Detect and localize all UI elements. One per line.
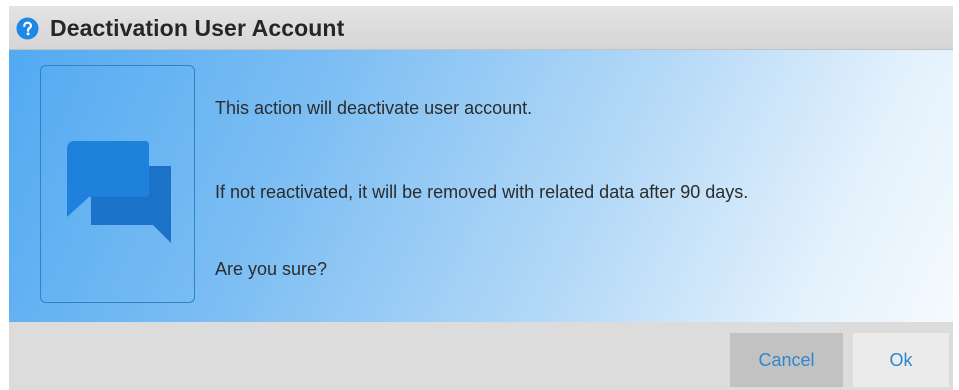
dialog-footer: Cancel Ok bbox=[9, 322, 953, 390]
message-line-1: This action will deactivate user account… bbox=[215, 98, 533, 118]
message-line-2: If not reactivated, it will be removed w… bbox=[215, 182, 749, 202]
question-circle-icon bbox=[16, 17, 39, 40]
dialog-content: This action will deactivate user account… bbox=[9, 50, 953, 322]
ok-button[interactable]: Ok bbox=[853, 333, 949, 387]
content-icon-frame bbox=[40, 65, 195, 303]
cancel-button[interactable]: Cancel bbox=[730, 333, 843, 387]
chat-bubbles-icon bbox=[67, 141, 171, 243]
message-line-3: Are you sure? bbox=[215, 259, 328, 279]
dialog-title: Deactivation User Account bbox=[50, 15, 345, 41]
deactivation-dialog: Deactivation User Account This action wi… bbox=[9, 6, 953, 390]
dialog-title-bar: Deactivation User Account bbox=[9, 6, 953, 50]
